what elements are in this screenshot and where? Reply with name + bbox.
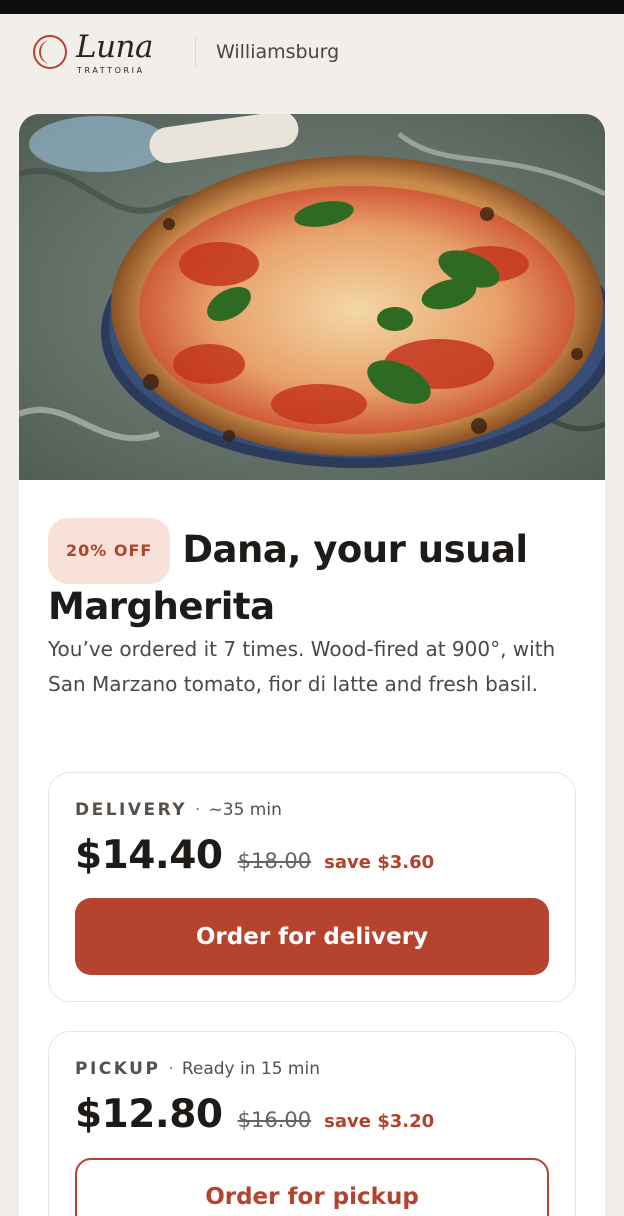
pickup-price: $12.80 <box>75 1092 223 1137</box>
pickup-savings: save $3.20 <box>324 1111 435 1132</box>
separator-dot: · <box>195 800 201 820</box>
header-divider <box>195 38 196 68</box>
pizza-hero-image <box>19 114 605 480</box>
order-delivery-button[interactable]: Order for delivery <box>75 898 549 975</box>
offer-heading: 20% OFF Dana, your usual Margherita <box>48 518 588 630</box>
crescent-moon-icon <box>33 35 67 69</box>
pickup-price-row: $12.80 $16.00 save $3.20 <box>75 1092 434 1137</box>
delivery-price-row: $14.40 $18.00 save $3.60 <box>75 833 434 878</box>
offer-description: You’ve ordered it 7 times. Wood-fired at… <box>48 637 556 696</box>
status-bar <box>0 0 624 14</box>
delivery-savings: save $3.60 <box>324 852 435 873</box>
delivery-label: DELIVERY <box>75 800 188 820</box>
delivery-option: DELIVERY · ~35 min $14.40 $18.00 save $3.6… <box>48 772 576 1002</box>
offer-title-block: 20% OFF Dana, your usual Margherita <box>48 518 588 630</box>
delivery-old-price: $18.00 <box>237 849 312 873</box>
delivery-time: ~35 min <box>208 800 282 820</box>
offer-card: 20% OFF Dana, your usual Margherita You’v… <box>19 114 605 1216</box>
pickup-header: PICKUP · Ready in 15 min <box>75 1059 320 1079</box>
brand-logo[interactable]: Luna TRATTORIA <box>30 29 160 78</box>
brand-name: Luna <box>76 29 154 65</box>
separator-dot: · <box>168 1059 174 1079</box>
brand-subtitle: TRATTORIA <box>77 66 145 75</box>
delivery-header: DELIVERY · ~35 min <box>75 800 282 820</box>
discount-badge: 20% OFF <box>48 518 171 584</box>
pickup-time: Ready in 15 min <box>181 1059 320 1079</box>
pickup-old-price: $16.00 <box>237 1108 312 1132</box>
order-pickup-button[interactable]: Order for pickup <box>75 1158 549 1216</box>
pickup-label: PICKUP <box>75 1059 161 1079</box>
app-header: Luna TRATTORIA Williamsburg <box>0 14 624 94</box>
location-selector[interactable]: Williamsburg <box>216 41 339 63</box>
pickup-option: PICKUP · Ready in 15 min $12.80 $16.00 sav… <box>48 1031 576 1216</box>
delivery-price: $14.40 <box>75 833 223 878</box>
